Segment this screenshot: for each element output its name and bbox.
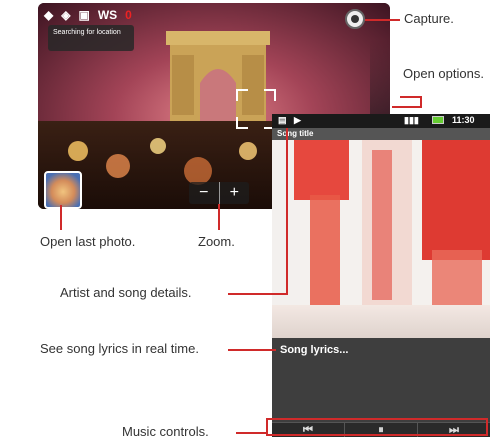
signal-icon: ▮▮▮ [404,115,419,125]
song-title: Song title [272,128,490,140]
gps-icon: ◈ [61,8,71,22]
photo-count: 0 [125,8,132,22]
calendar-icon: ▤ [278,115,287,125]
artist-details-label: Artist and song details. [60,285,192,300]
song-lyrics: Song lyrics... [280,344,349,356]
zoom-out-button[interactable]: − [189,182,219,204]
controls-callout-line [236,432,266,434]
white-balance-label: WS [97,8,118,22]
zoom-callout-line [218,204,220,230]
capture-button[interactable] [345,9,365,29]
battery-icon [432,116,444,124]
artist-details-callout-line-h [228,293,288,295]
zoom-in-button[interactable]: + [218,182,250,204]
play-notification-icon: ▶ [294,115,301,125]
album-artwork [272,140,490,338]
music-player-screen: ▤ ▶ ▮▮▮ 11:30 Song title Song lyrics... … [272,114,490,437]
camera-status-bar: ◆ ◈ ▣ WS 0 [44,7,132,23]
controls-highlight-box [266,418,488,436]
location-status: Searching for location [48,25,134,51]
focus-brackets-icon [236,89,276,129]
song-lyrics-label: See song lyrics in real time. [40,341,199,356]
zoom-control: − + [189,182,249,204]
picture-mode-icon: ▣ [78,8,90,22]
last-photo-thumbnail[interactable] [44,171,82,209]
zoom-label: Zoom. [198,234,235,249]
music-status-bar: ▤ ▶ ▮▮▮ 11:30 [272,114,490,128]
status-clock: 11:30 [452,115,475,125]
lyrics-callout-line [228,349,276,351]
capture-label: Capture. [404,11,454,26]
tag-icon: ◆ [44,8,54,22]
options-callout-line-h [400,96,422,98]
last-photo-callout-line [60,205,62,230]
open-last-photo-label: Open last photo. [40,234,136,249]
open-options-label: Open options. [403,66,484,81]
options-callout-line-h2 [392,106,422,108]
artist-details-callout-line-v [286,128,288,295]
capture-callout-line [365,19,400,21]
